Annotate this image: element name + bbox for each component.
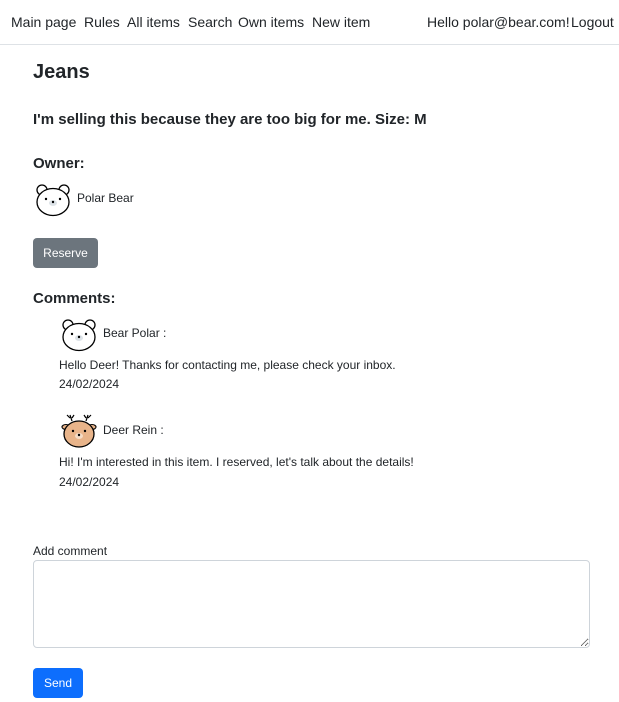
item-description: I'm selling this because they are too bi…	[33, 111, 427, 128]
deer-icon	[61, 414, 97, 448]
user-greeting: Hello polar@bear.com!	[427, 14, 570, 30]
send-button[interactable]: Send	[33, 668, 83, 698]
nav-all-items[interactable]: All items	[127, 14, 180, 30]
reserve-button[interactable]: Reserve	[33, 238, 98, 268]
comments-heading: Comments:	[33, 290, 116, 307]
polar-bear-icon	[62, 319, 96, 352]
owner-heading: Owner:	[33, 155, 85, 172]
comment-textarea[interactable]	[33, 560, 590, 648]
item-title: Jeans	[33, 61, 90, 83]
comment-author: Deer Rein :	[103, 423, 164, 437]
comment-date: 24/02/2024	[59, 377, 120, 391]
comment-date: 24/02/2024	[59, 475, 120, 489]
logout-link[interactable]: Logout	[571, 14, 614, 30]
comment-text: Hello Deer! Thanks for contacting me, pl…	[59, 358, 396, 372]
top-navbar: Main page Rules All items Search Own ite…	[0, 0, 619, 45]
nav-own-items[interactable]: Own items	[238, 14, 304, 30]
nav-new-item[interactable]: New item	[312, 14, 370, 30]
nav-main-page[interactable]: Main page	[11, 14, 76, 30]
nav-rules[interactable]: Rules	[84, 14, 120, 30]
comment-author: Bear Polar :	[103, 326, 167, 340]
add-comment-label: Add comment	[33, 544, 108, 558]
comment-text: Hi! I'm interested in this item. I reser…	[59, 455, 414, 469]
polar-bear-icon	[36, 184, 70, 217]
nav-search[interactable]: Search	[188, 14, 232, 30]
owner-name: Polar Bear	[77, 191, 134, 205]
